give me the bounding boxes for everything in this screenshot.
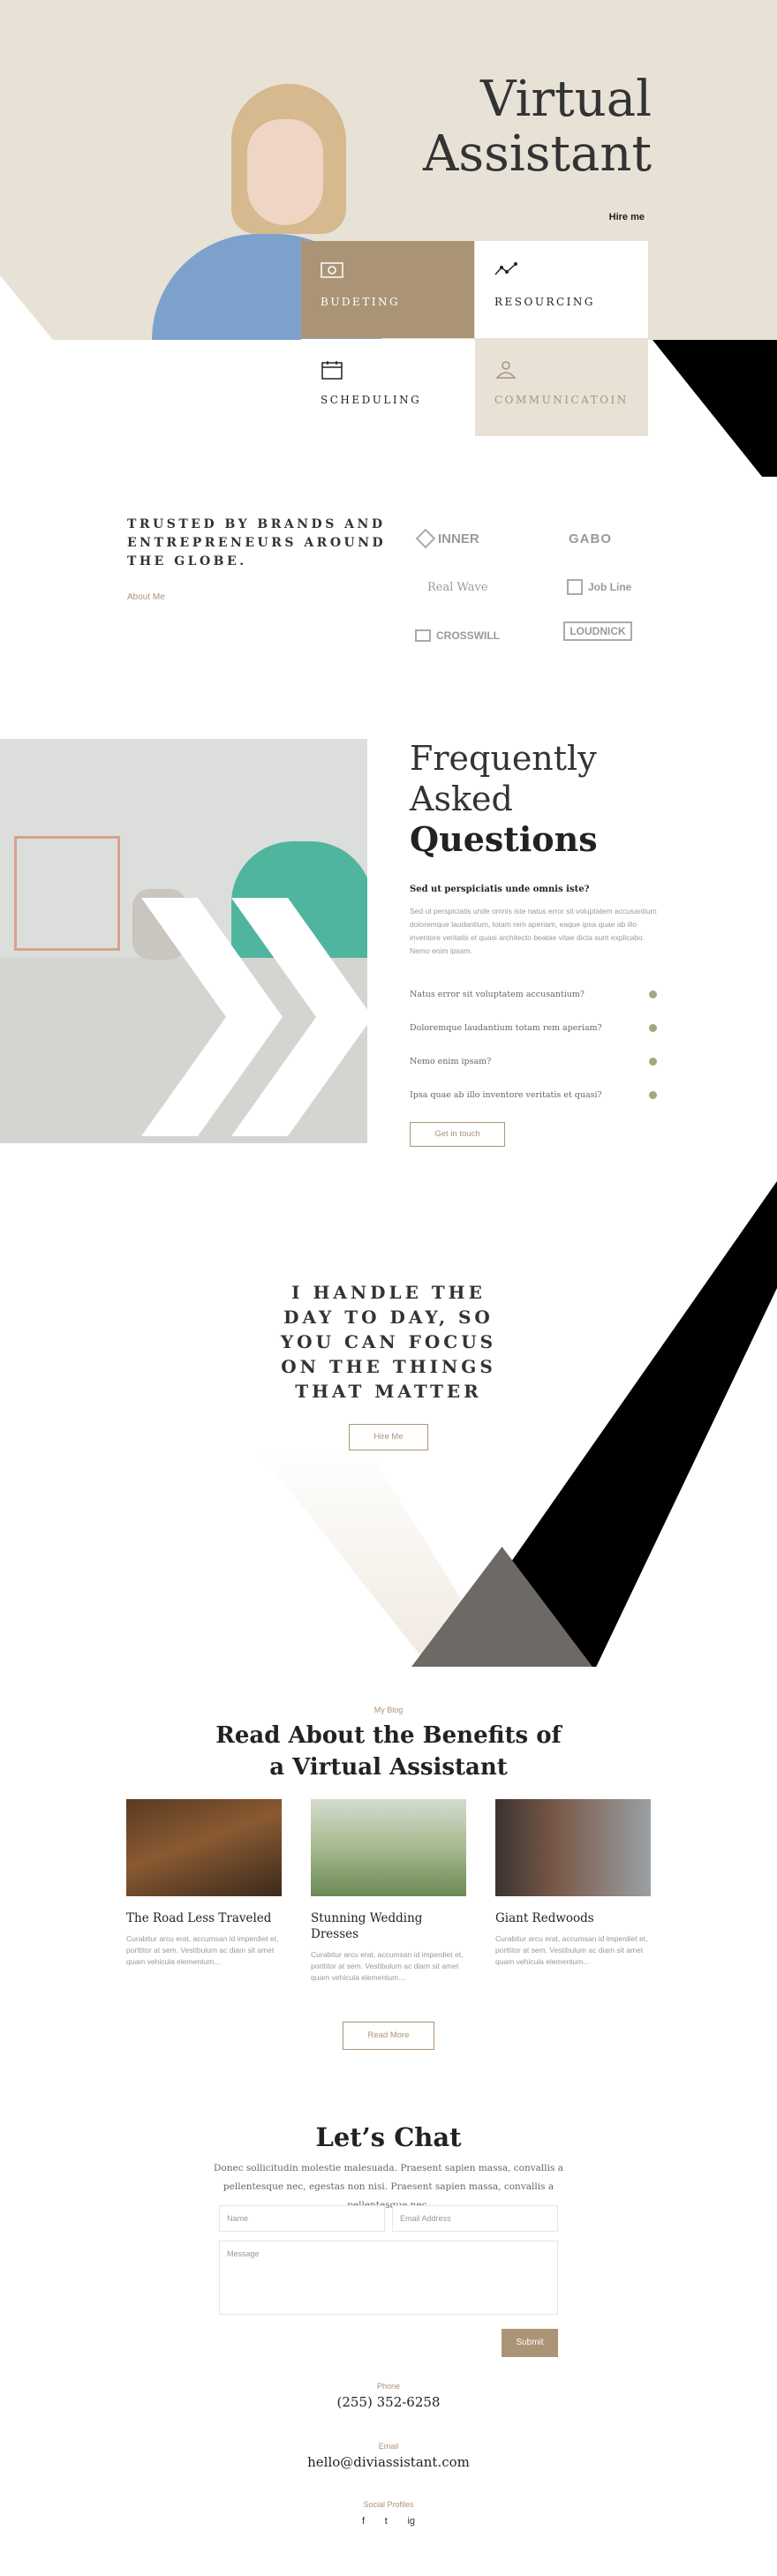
tile-label: BUDETING: [321, 296, 401, 308]
trusted-section: TRUSTED BY BRANDS AND ENTREPRENEURS AROU…: [127, 516, 392, 602]
service-tile-communication[interactable]: COMMUNICATOIN: [475, 339, 648, 436]
post-thumbnail[interactable]: [495, 1799, 651, 1896]
logo-job-line: Job Line: [567, 573, 664, 601]
service-tile-scheduling[interactable]: SCHEDULING: [301, 339, 474, 436]
handle-black-shape: [499, 1181, 777, 1667]
hire-me-button[interactable]: Hire Me: [349, 1424, 428, 1450]
plus-icon: [649, 1090, 657, 1099]
hero-white-triangle: [0, 275, 53, 340]
post-title[interactable]: Giant Redwoods: [495, 1910, 651, 1926]
submit-button[interactable]: Submit: [502, 2329, 558, 2357]
faq-item[interactable]: Nemo enim ipsam?: [410, 1044, 657, 1078]
service-tile-resourcing[interactable]: RESOURCING: [475, 241, 648, 338]
name-field[interactable]: Name: [219, 2205, 385, 2232]
faq-open-question[interactable]: Sed ut perspiciatis unde omnis iste?: [410, 885, 657, 894]
hire-me-link[interactable]: Hire me: [609, 212, 645, 222]
blog-heading: Read About the Benefits of a Virtual Ass…: [215, 1722, 562, 1781]
post-thumbnail[interactable]: [126, 1799, 282, 1896]
people-icon: [494, 360, 517, 380]
phone-label: Phone: [376, 2382, 401, 2391]
post-excerpt: Curabitur arcu erat, accumsan id imperdi…: [495, 1934, 648, 1966]
handle-heading: I HANDLE THE DAY TO DAY, SO YOU CAN FOCU…: [280, 1282, 497, 1402]
tile-label: SCHEDULING: [321, 394, 422, 406]
faq-item[interactable]: Ipsa quae ab illo inventore veritatis et…: [410, 1078, 657, 1111]
blog-post-card[interactable]: Stunning Wedding Dresses Curabitur arcu …: [311, 1799, 466, 1984]
social-label: Social Profiles: [363, 2500, 414, 2509]
faq-section: Frequently Asked Questions Sed ut perspi…: [410, 738, 657, 1147]
read-more-button[interactable]: Read More: [343, 2022, 434, 2050]
post-excerpt: Curabitur arcu erat, accumsan id imperdi…: [311, 1950, 464, 1982]
calendar-icon: [321, 360, 343, 380]
tile-label: COMMUNICATOIN: [494, 394, 629, 406]
blog-post-card[interactable]: Giant Redwoods Curabitur arcu erat, accu…: [495, 1799, 651, 1968]
hero-section: Virtual Assistant Hire me BUDETING RESOU…: [0, 0, 777, 477]
tile-label: RESOURCING: [494, 296, 596, 308]
post-excerpt: Curabitur arcu erat, accumsan id imperdi…: [126, 1934, 279, 1966]
blog-kicker: My Blog: [373, 1706, 404, 1714]
faq-heading-line1: Frequently: [410, 739, 597, 778]
logo-inner: INNER: [415, 524, 516, 553]
logo-gabo: GABO: [569, 531, 612, 546]
phone-value[interactable]: (255) 352-6258: [0, 2394, 777, 2410]
social-icons: f t ig: [362, 2516, 415, 2527]
resource-icon: [494, 262, 517, 282]
about-me-link[interactable]: About Me: [127, 592, 392, 602]
page: Virtual Assistant Hire me BUDETING RESOU…: [0, 0, 777, 2576]
plus-icon: [649, 1057, 657, 1066]
hero-title-line1: Virtual: [479, 71, 652, 128]
facebook-icon[interactable]: f: [362, 2516, 365, 2527]
chat-heading: Let’s Chat: [315, 2122, 462, 2152]
get-in-touch-button[interactable]: Get in touch: [410, 1122, 505, 1147]
faq-item[interactable]: Natus error sit voluptatem accusantium?: [410, 977, 657, 1011]
money-icon: [321, 262, 343, 282]
twitter-icon[interactable]: t: [385, 2516, 388, 2527]
post-title[interactable]: Stunning Wedding Dresses: [311, 1910, 466, 1942]
faq-list: Natus error sit voluptatem accusantium? …: [410, 977, 657, 1111]
client-logos: INNER GABO Real Wave Job Line CROSSWILL …: [415, 524, 645, 657]
logo-crosswill: CROSSWILL: [415, 621, 512, 650]
logo-real-wave: Real Wave: [427, 580, 488, 594]
post-thumbnail[interactable]: [311, 1799, 466, 1896]
hero-black-shape: [653, 340, 777, 477]
plus-icon: [649, 1023, 657, 1032]
faq-item[interactable]: Doloremque laudantium totam rem aperiam?: [410, 1011, 657, 1044]
faq-heading-line2: Asked: [410, 780, 513, 818]
instagram-icon[interactable]: ig: [407, 2516, 415, 2527]
email-label: Email: [378, 2442, 399, 2451]
hero-title: Virtual Assistant: [298, 72, 652, 182]
faq-image: [0, 739, 367, 1143]
blog-post-card[interactable]: The Road Less Traveled Curabitur arcu er…: [126, 1799, 282, 1968]
service-tile-budgeting[interactable]: BUDETING: [301, 241, 474, 338]
email-value[interactable]: hello@diviassistant.com: [0, 2454, 777, 2470]
post-title[interactable]: The Road Less Traveled: [126, 1910, 282, 1926]
email-field[interactable]: Email Address: [392, 2205, 558, 2232]
faq-heading-line3: Questions: [410, 819, 598, 859]
logo-loudnick: LOUDNICK: [563, 621, 632, 641]
hero-title-line2: Assistant: [422, 125, 652, 183]
plus-icon: [649, 990, 657, 998]
faq-open-answer: Sed ut perspiciatis unde omnis iste natu…: [410, 907, 657, 955]
message-field[interactable]: Message: [219, 2241, 558, 2315]
trusted-heading: TRUSTED BY BRANDS AND ENTREPRENEURS AROU…: [127, 517, 387, 569]
